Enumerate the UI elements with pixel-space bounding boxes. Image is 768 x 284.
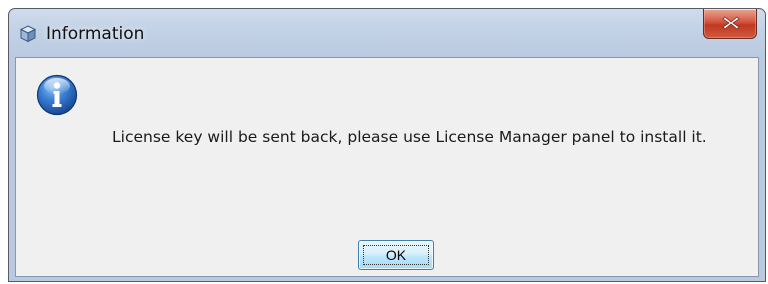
dialog-window: Information License key will be sent bac… [8,8,766,282]
dialog-content: License key will be sent back, please us… [15,57,759,277]
info-icon [36,74,78,116]
app-cube-icon [19,25,37,43]
close-x-icon [722,16,740,30]
title-bar[interactable]: Information [9,9,765,57]
close-button[interactable] [703,9,757,39]
ok-button-label: OK [363,245,429,265]
window-title: Information [46,24,145,44]
ok-button[interactable]: OK [358,240,434,270]
dialog-message: License key will be sent back, please us… [112,128,707,146]
